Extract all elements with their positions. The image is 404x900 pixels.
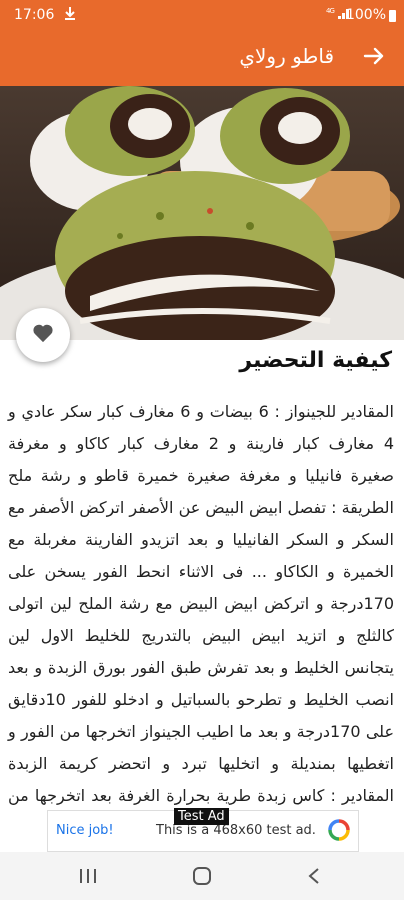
- recents-icon[interactable]: [74, 862, 102, 890]
- home-icon[interactable]: [188, 862, 216, 890]
- system-nav-bar: [0, 852, 404, 900]
- page-title: قاطو رولاي: [239, 44, 334, 68]
- section-heading: كيفية التحضير: [239, 348, 392, 373]
- download-icon: [64, 6, 76, 24]
- favorite-button[interactable]: [16, 308, 70, 362]
- arrow-right-icon[interactable]: [356, 38, 392, 74]
- battery-icon: [389, 10, 396, 22]
- recipe-content[interactable]: كيفية التحضير المقادير للجينواز : 6 بيضا…: [0, 340, 404, 808]
- heart-icon: [32, 323, 54, 347]
- status-time: 17:06: [14, 7, 55, 23]
- recipe-image: [0, 86, 404, 341]
- svg-text:4G: 4G: [326, 7, 334, 15]
- ad-logo-icon: [328, 819, 350, 841]
- app-bar: قاطو رولاي: [0, 30, 404, 86]
- ad-nice-text: Nice job!: [56, 823, 114, 838]
- battery-percent: 100%: [345, 7, 386, 23]
- ad-message: This is a 468x60 test ad.: [156, 823, 316, 838]
- status-bar: 17:06 4G 100%: [0, 0, 404, 30]
- back-icon[interactable]: [300, 862, 328, 890]
- ad-label: Test Ad: [174, 808, 229, 825]
- recipe-instructions: المقادير للجينواز : 6 بيضات و 6 مغارف كب…: [8, 402, 395, 805]
